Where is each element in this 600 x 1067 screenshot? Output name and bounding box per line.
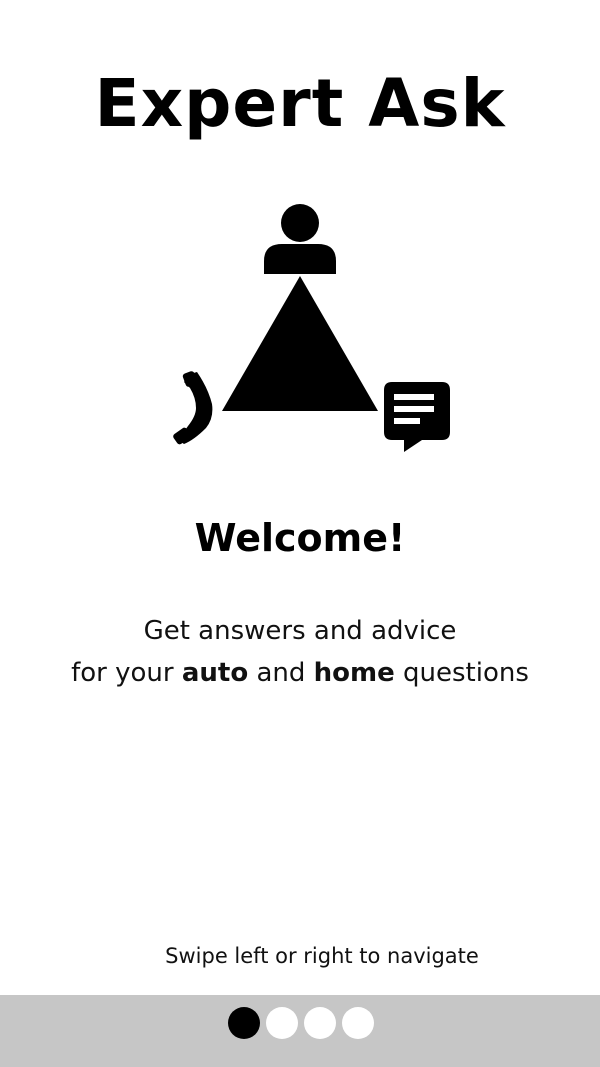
pager-bar [0, 995, 600, 1067]
tagline: Get answers and advice for your auto and… [0, 610, 600, 694]
tagline-line-1: Get answers and advice [143, 616, 457, 646]
page-indicator [228, 1007, 374, 1041]
hero-svg [173, 204, 450, 452]
triangle-graphic [222, 276, 378, 411]
tagline-line-2: for your auto and home questions [0, 652, 600, 694]
page-dot-4[interactable] [342, 1007, 374, 1039]
page-dot-3[interactable] [304, 1007, 336, 1039]
swipe-hint: Swipe left or right to navigate [165, 944, 479, 968]
phone-icon [173, 371, 213, 445]
hero-illustration [160, 198, 460, 460]
page-dot-1[interactable] [228, 1007, 260, 1039]
person-icon [264, 204, 336, 274]
chat-icon [384, 382, 450, 452]
tagline-mid: and [248, 658, 314, 688]
tagline-auto: auto [181, 658, 249, 688]
app-title: Expert Ask [94, 65, 506, 142]
welcome-heading: Welcome! [194, 516, 406, 560]
tagline-prefix: for your [71, 658, 182, 688]
tagline-suffix: questions [394, 658, 529, 688]
tagline-home: home [313, 658, 395, 688]
page-dot-2[interactable] [266, 1007, 298, 1039]
